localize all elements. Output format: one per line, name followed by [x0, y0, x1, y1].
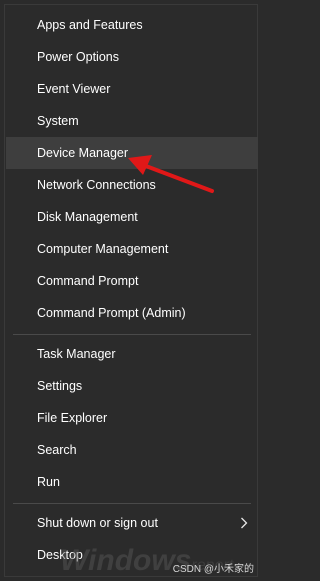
menu-item-label: Run	[37, 475, 60, 489]
menu-item-label: File Explorer	[37, 411, 108, 425]
menu-item-shut-down-or-sign-out[interactable]: Shut down or sign out	[6, 507, 258, 539]
menu-separator	[13, 503, 251, 504]
menu-item-run[interactable]: Run	[6, 466, 258, 498]
power-user-menu: Apps and Features Power Options Event Vi…	[4, 4, 258, 577]
menu-item-command-prompt[interactable]: Command Prompt	[6, 265, 258, 297]
chevron-right-icon	[240, 507, 248, 539]
menu-item-label: Disk Management	[37, 210, 138, 224]
menu-item-task-manager[interactable]: Task Manager	[6, 338, 258, 370]
menu-item-search[interactable]: Search	[6, 434, 258, 466]
menu-item-label: Apps and Features	[37, 18, 143, 32]
menu-item-label: Power Options	[37, 50, 119, 64]
menu-item-disk-management[interactable]: Disk Management	[6, 201, 258, 233]
menu-item-label: Event Viewer	[37, 82, 111, 96]
menu-item-label: Desktop	[37, 548, 83, 562]
menu-item-label: Computer Management	[37, 242, 169, 256]
menu-item-label: Device Manager	[37, 146, 129, 160]
menu-item-label: System	[37, 114, 79, 128]
menu-item-label: Task Manager	[37, 347, 116, 361]
menu-item-power-options[interactable]: Power Options	[6, 41, 258, 73]
menu-item-computer-management[interactable]: Computer Management	[6, 233, 258, 265]
menu-item-device-manager[interactable]: Device Manager	[6, 137, 258, 169]
menu-item-file-explorer[interactable]: File Explorer	[6, 402, 258, 434]
menu-item-apps-and-features[interactable]: Apps and Features	[6, 9, 258, 41]
menu-item-label: Settings	[37, 379, 83, 393]
menu-item-desktop[interactable]: Desktop	[6, 539, 258, 571]
menu-item-event-viewer[interactable]: Event Viewer	[6, 73, 258, 105]
menu-item-network-connections[interactable]: Network Connections	[6, 169, 258, 201]
menu-item-label: Search	[37, 443, 77, 457]
menu-item-label: Network Connections	[37, 178, 156, 192]
menu-item-label: Command Prompt (Admin)	[37, 306, 186, 320]
menu-item-label: Shut down or sign out	[37, 516, 158, 530]
menu-separator	[13, 334, 251, 335]
menu-item-system[interactable]: System	[6, 105, 258, 137]
menu-item-label: Command Prompt	[37, 274, 139, 288]
menu-item-command-prompt-admin[interactable]: Command Prompt (Admin)	[6, 297, 258, 329]
menu-item-settings[interactable]: Settings	[6, 370, 258, 402]
